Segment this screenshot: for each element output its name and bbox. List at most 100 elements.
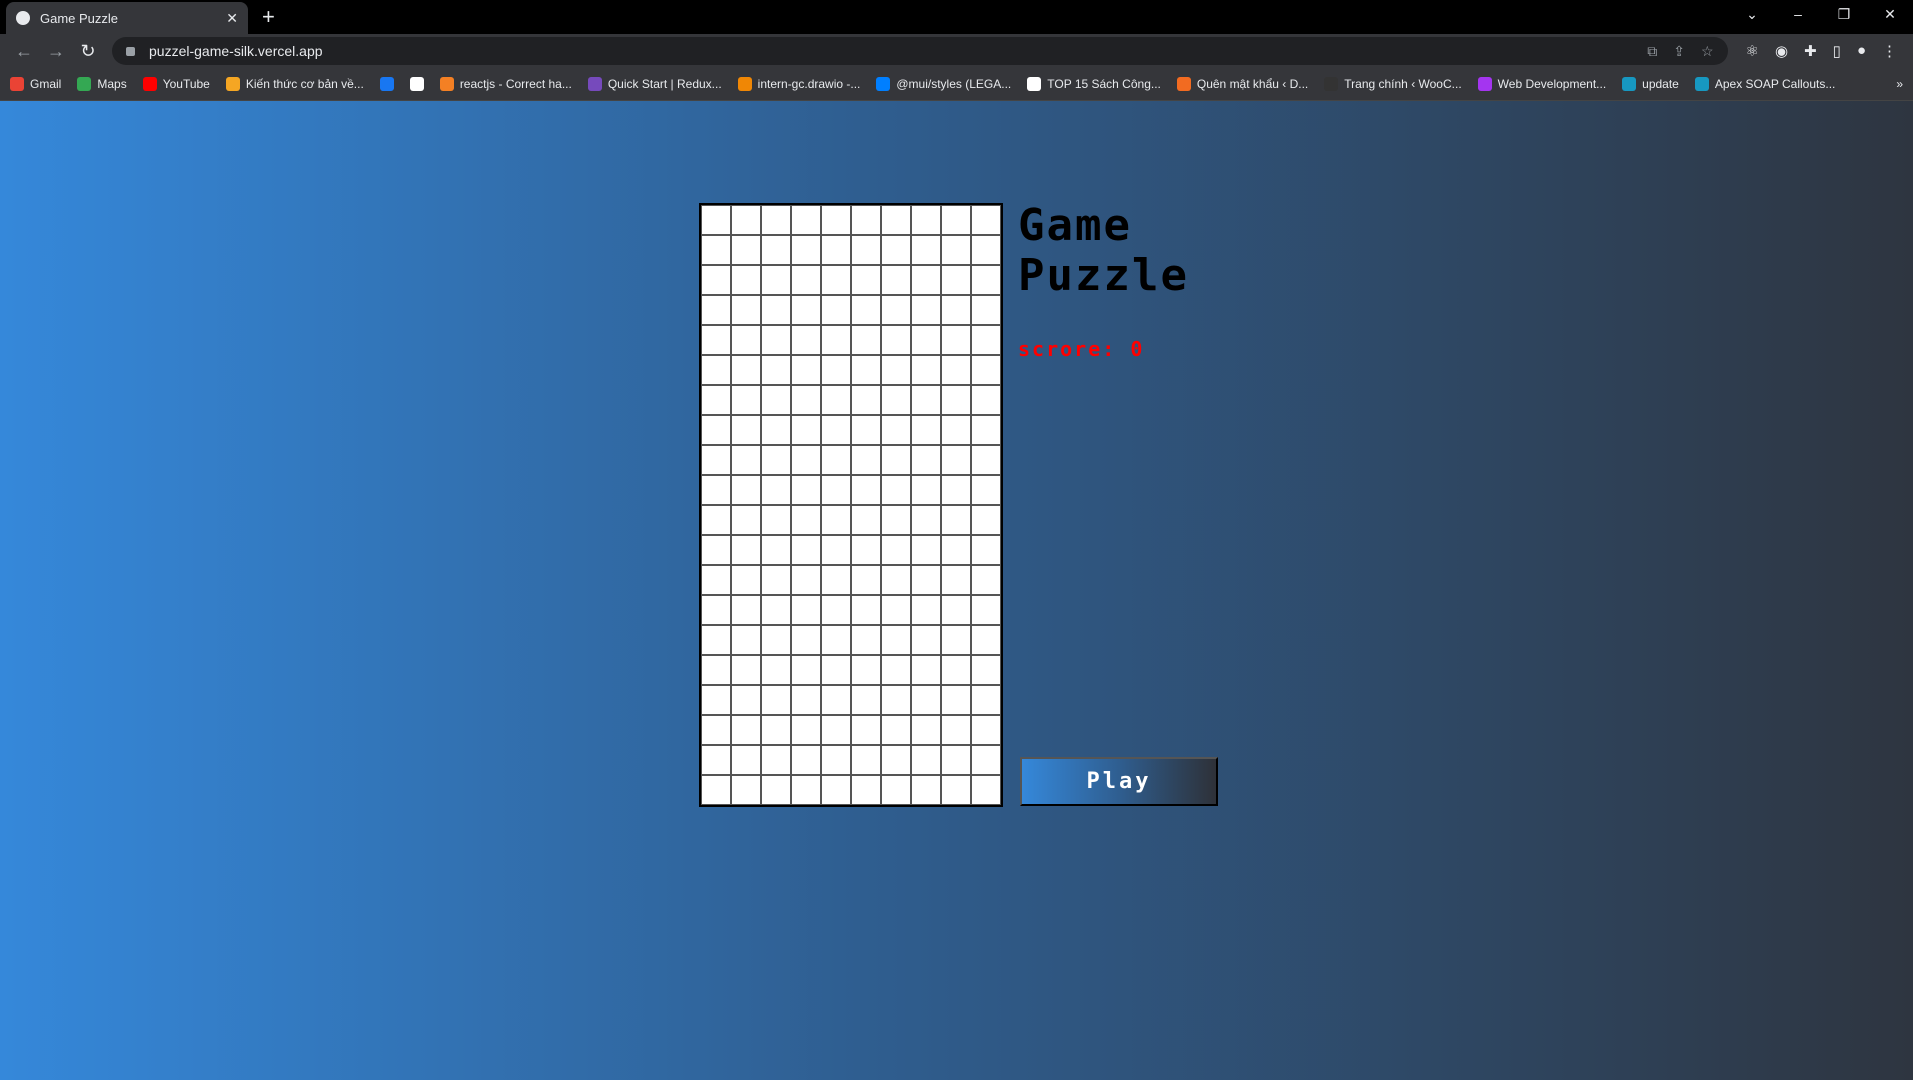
bookmark-item[interactable]	[409, 77, 424, 91]
board-cell	[971, 205, 1001, 235]
board-cell	[941, 325, 971, 355]
puzzle-extensions-icon[interactable]: ✚	[1804, 42, 1817, 60]
bookmark-item[interactable]: YouTube	[142, 77, 210, 91]
board-cell	[731, 745, 761, 775]
board-cell	[911, 385, 941, 415]
bookmark-label: TOP 15 Sách Công...	[1047, 77, 1161, 91]
board-cell	[971, 655, 1001, 685]
new-tab-icon[interactable]: +	[262, 4, 275, 30]
board-cell	[761, 385, 791, 415]
globe-icon	[16, 11, 30, 25]
board-cell	[881, 265, 911, 295]
bookmark-label: Kiến thức cơ bản về...	[245, 77, 364, 91]
board-cell	[791, 745, 821, 775]
bookmark-label: Maps	[97, 77, 127, 91]
board-cell	[761, 415, 791, 445]
board-cell	[761, 505, 791, 535]
bookmark-item[interactable]: Quick Start | Redux...	[587, 77, 722, 91]
board-cell	[881, 445, 911, 475]
board-cell	[941, 715, 971, 745]
game-board[interactable]	[699, 203, 1003, 807]
board-cell	[821, 385, 851, 415]
board-cell	[701, 325, 731, 355]
board-cell	[791, 205, 821, 235]
board-cell	[851, 595, 881, 625]
bookmark-label: Trang chính ‹ WooC...	[1344, 77, 1462, 91]
board-cell	[761, 565, 791, 595]
bookmark-item[interactable]: Trang chính ‹ WooC...	[1324, 77, 1462, 91]
bookmark-label: intern-gc.drawio -...	[757, 77, 861, 91]
bookmark-item[interactable]: Quên mật khẩu ‹ D...	[1176, 77, 1308, 91]
board-cell	[701, 685, 731, 715]
board-cell	[851, 535, 881, 565]
board-cell	[971, 745, 1001, 775]
board-cell	[821, 685, 851, 715]
restore-icon[interactable]: ❐	[1821, 0, 1867, 28]
address-bar[interactable]: puzzel-game-silk.vercel.app ⧉ ⇪ ☆	[112, 37, 1728, 65]
bookmark-item[interactable]: Maps	[77, 77, 127, 91]
tab-game-puzzle[interactable]: Game Puzzle ✕	[6, 2, 248, 34]
bookmark-favicon-icon	[587, 77, 602, 91]
bookmark-item[interactable]	[379, 77, 394, 91]
board-cell	[911, 325, 941, 355]
board-cell	[911, 655, 941, 685]
translate-icon[interactable]: ⧉	[1647, 43, 1657, 60]
menu-icon[interactable]: ⋮	[1882, 42, 1897, 60]
forward-icon[interactable]: →	[40, 41, 72, 62]
board-cell	[941, 775, 971, 805]
board-cell	[911, 775, 941, 805]
bookmark-item[interactable]: Web Development...	[1477, 77, 1606, 91]
board-cell	[971, 235, 1001, 265]
board-cell	[971, 565, 1001, 595]
bookmark-item[interactable]: TOP 15 Sách Công...	[1027, 77, 1161, 91]
bookmark-item[interactable]: update	[1622, 77, 1679, 91]
board-cell	[701, 415, 731, 445]
bookmark-item[interactable]: intern-gc.drawio -...	[737, 77, 861, 91]
board-cell	[821, 775, 851, 805]
board-cell	[881, 715, 911, 745]
extension-icon[interactable]: ◉	[1775, 42, 1788, 60]
board-cell	[791, 655, 821, 685]
board-cell	[881, 655, 911, 685]
board-cell	[851, 445, 881, 475]
side-panel-icon[interactable]: ▯	[1833, 42, 1841, 60]
bookmark-item[interactable]: Kiến thức cơ bản về...	[225, 77, 364, 91]
bookmark-favicon-icon	[225, 77, 240, 91]
bookmark-item[interactable]: Gmail	[10, 77, 61, 91]
profile-avatar[interactable]: ●	[1857, 42, 1866, 60]
board-cell	[701, 235, 731, 265]
share-icon[interactable]: ⇪	[1673, 43, 1685, 60]
board-cell	[821, 205, 851, 235]
bookmark-label: Gmail	[30, 77, 62, 91]
board-cell	[971, 715, 1001, 745]
tab-search-icon[interactable]: ⌄	[1729, 0, 1775, 28]
bookmark-label: reactjs - Correct ha...	[459, 77, 572, 91]
star-icon[interactable]: ☆	[1701, 43, 1714, 60]
react-devtools-icon[interactable]: ⚛	[1746, 42, 1759, 60]
bookmark-item[interactable]: @mui/styles (LEGA...	[876, 77, 1011, 91]
bookmark-item[interactable]: Apex SOAP Callouts...	[1694, 77, 1835, 91]
board-cell	[881, 235, 911, 265]
back-icon[interactable]: ←	[8, 41, 40, 62]
reload-icon[interactable]: ↻	[72, 41, 104, 62]
bookmark-item[interactable]: reactjs - Correct ha...	[439, 77, 572, 91]
board-cell	[731, 445, 761, 475]
board-cell	[941, 235, 971, 265]
url-text[interactable]: puzzel-game-silk.vercel.app	[149, 43, 323, 59]
close-window-icon[interactable]: ✕	[1867, 0, 1913, 28]
close-tab-icon[interactable]: ✕	[226, 10, 238, 27]
board-cell	[791, 505, 821, 535]
play-button[interactable]: Play	[1020, 757, 1218, 806]
more-bookmarks-icon[interactable]: »	[1896, 77, 1903, 91]
minimize-icon[interactable]: –	[1775, 0, 1821, 28]
board-cell	[821, 595, 851, 625]
board-cell	[731, 625, 761, 655]
board-cell	[851, 355, 881, 385]
board-cell	[731, 685, 761, 715]
board-cell	[701, 355, 731, 385]
board-cell	[881, 385, 911, 415]
board-cell	[791, 475, 821, 505]
bookmark-favicon-icon	[10, 77, 24, 91]
board-cell	[911, 475, 941, 505]
board-cell	[941, 625, 971, 655]
